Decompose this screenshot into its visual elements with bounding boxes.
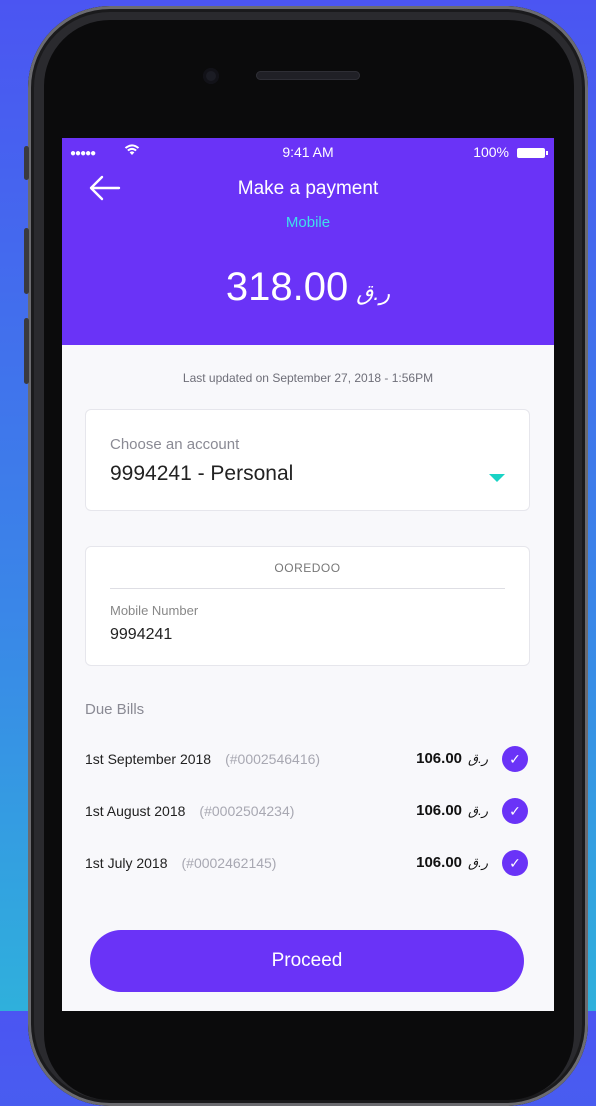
payment-header: ●●●●● 9:41 AM 100% Make a payment Mobile… xyxy=(62,138,554,345)
bill-date: 1st July 2018 xyxy=(85,855,168,871)
currency-symbol: ر.ق xyxy=(356,280,391,305)
bill-date: 1st September 2018 xyxy=(85,751,212,767)
page-title: Make a payment xyxy=(237,178,379,199)
front-camera xyxy=(203,68,219,84)
volume-up-button xyxy=(24,228,29,294)
status-bar: ●●●●● 9:41 AM 100% xyxy=(62,143,554,163)
battery-percent: 100% xyxy=(473,144,509,160)
bill-checkbox[interactable]: ✓ xyxy=(502,850,528,876)
bill-row[interactable]: 1st July 2018 (#0002462145) 106.00 ر.ق ✓ xyxy=(85,849,528,879)
check-icon: ✓ xyxy=(509,751,521,767)
mute-switch xyxy=(24,146,29,180)
bill-row[interactable]: 1st September 2018 (#0002546416) 106.00 ر.… xyxy=(85,745,528,775)
card-divider xyxy=(110,588,505,589)
bill-checkbox[interactable]: ✓ xyxy=(502,798,528,824)
bill-amount: 106.00 xyxy=(416,802,463,819)
account-value: 9994241 - Personal xyxy=(110,462,294,485)
bill-date: 1st August 2018 xyxy=(85,803,186,819)
volume-down-button xyxy=(24,318,29,384)
amount-value: 318.00 xyxy=(225,265,349,309)
bill-currency: ر.ق xyxy=(468,751,488,766)
bill-date-group: 1st July 2018 (#0002462145) xyxy=(85,855,276,871)
payment-type: Mobile xyxy=(285,214,331,231)
bill-reference: (#0002546416) xyxy=(225,751,321,767)
app-screen: ●●●●● 9:41 AM 100% Make a payment Mobile… xyxy=(62,138,554,1011)
earpiece-speaker xyxy=(256,71,360,80)
payment-amount: 318.00 ر.ق xyxy=(62,265,554,310)
bill-amount-group: 106.00 ر.ق xyxy=(416,802,488,819)
operator-name: OOREDOO xyxy=(274,561,341,575)
battery-icon xyxy=(517,148,548,158)
bill-currency: ر.ق xyxy=(468,803,488,818)
bill-currency: ر.ق xyxy=(468,855,488,870)
due-bills-heading: Due Bills xyxy=(85,701,145,718)
check-icon: ✓ xyxy=(509,803,521,819)
bill-amount: 106.00 xyxy=(416,854,463,871)
bill-reference: (#0002504234) xyxy=(199,803,295,819)
account-label: Choose an account xyxy=(110,436,240,453)
bill-amount: 106.00 xyxy=(416,750,463,767)
dropdown-caret-icon xyxy=(489,474,505,482)
mobile-number-card: OOREDOO Mobile Number 9994241 xyxy=(85,546,530,666)
bill-amount-group: 106.00 ر.ق xyxy=(416,750,488,767)
bill-row[interactable]: 1st August 2018 (#0002504234) 106.00 ر.ق ✓ xyxy=(85,797,528,827)
check-icon: ✓ xyxy=(509,855,521,871)
bill-date-group: 1st September 2018 (#0002546416) xyxy=(85,751,320,767)
mobile-number-value: 9994241 xyxy=(110,626,173,643)
proceed-button[interactable]: Proceed xyxy=(90,930,524,992)
bill-date-group: 1st August 2018 (#0002504234) xyxy=(85,803,294,819)
bill-amount-group: 106.00 ر.ق xyxy=(416,854,488,871)
account-selector[interactable]: Choose an account 9994241 - Personal xyxy=(85,409,530,511)
bill-reference: (#0002462145) xyxy=(181,855,277,871)
mobile-number-label: Mobile Number xyxy=(110,603,199,618)
bill-checkbox[interactable]: ✓ xyxy=(502,746,528,772)
last-updated: Last updated on September 27, 2018 - 1:5… xyxy=(182,371,434,385)
